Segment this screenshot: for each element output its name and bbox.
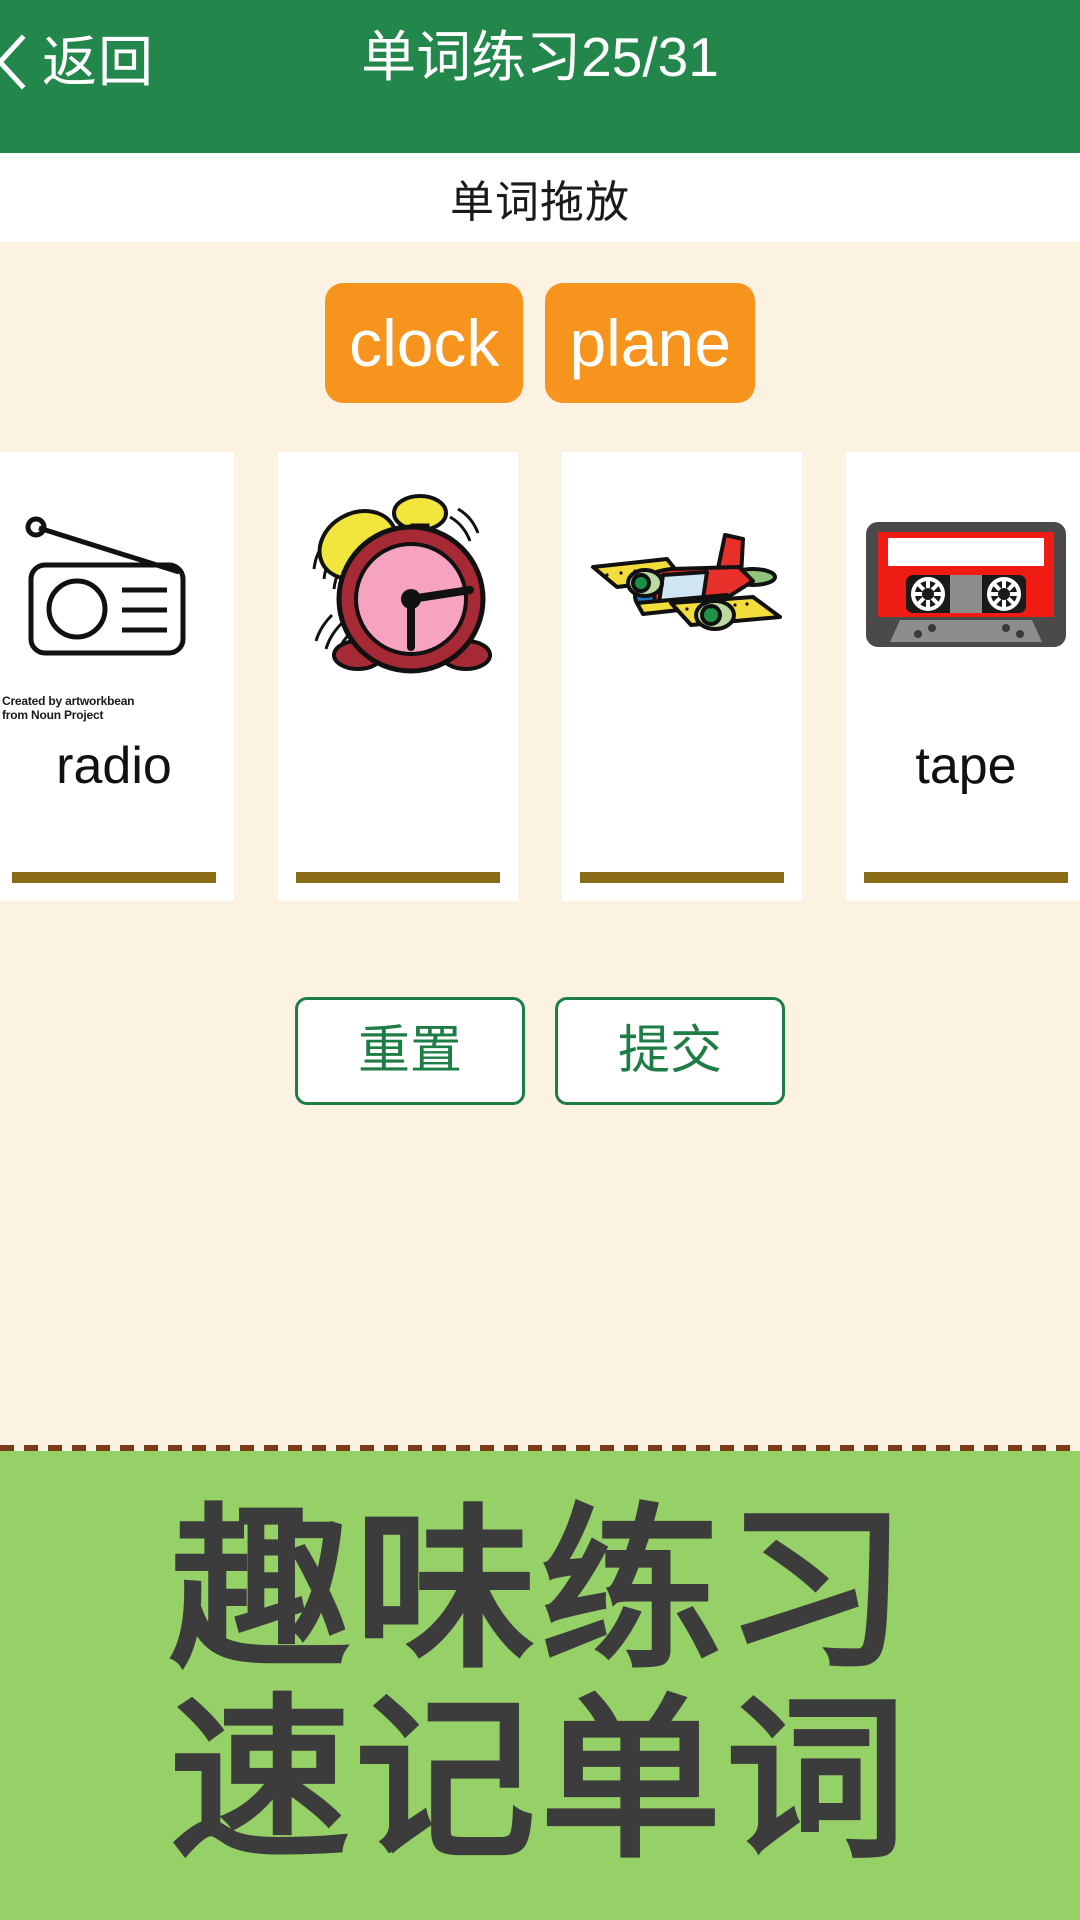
drop-target-bar[interactable]	[580, 872, 784, 883]
drop-target-bar[interactable]	[864, 872, 1068, 883]
promo-banner: 趣味练习 速记单词	[0, 1451, 1080, 1920]
app-root: 返回 单词练习25/31 单词拖放 clock plane Created by…	[0, 0, 1080, 1920]
picture-card-plane[interactable]	[562, 452, 802, 901]
picture-card-row: Created by artworkbean from Noun Project…	[0, 452, 1080, 901]
radio-icon	[19, 510, 209, 665]
reset-button-label: 重置	[357, 1022, 462, 1080]
submit-button-label: 提交	[617, 1022, 722, 1080]
cassette-tape-icon	[866, 522, 1066, 652]
app-header: 返回 单词练习25/31	[0, 0, 1080, 153]
word-tile-tray: clock plane	[0, 283, 1080, 403]
page-title: 单词练习25/31	[361, 26, 719, 88]
word-tile-label: clock	[349, 306, 500, 380]
picture-card-tape[interactable]: tape	[846, 452, 1080, 901]
submit-button[interactable]: 提交	[555, 997, 785, 1105]
subtitle-bar: 单词拖放	[0, 153, 1080, 242]
card-answer-label	[278, 736, 518, 796]
exercise-area: clock plane Created by artworkbean from …	[0, 242, 1080, 1447]
word-tile-label: plane	[569, 306, 731, 380]
picture-wrap	[278, 452, 518, 722]
airplane-icon	[575, 525, 790, 650]
picture-wrap: Created by artworkbean from Noun Project	[0, 452, 234, 722]
exercise-mode-label: 单词拖放	[450, 177, 630, 227]
drop-target-bar[interactable]	[296, 872, 500, 883]
attribution-line-2: from Noun Project	[2, 708, 104, 722]
word-tile-clock[interactable]: clock	[325, 283, 524, 403]
card-answer-label	[562, 736, 802, 796]
banner-line-1: 趣味练习	[169, 1487, 911, 1693]
alarm-clock-icon	[298, 487, 498, 687]
action-button-row: 重置 提交	[0, 997, 1080, 1105]
picture-card-clock[interactable]	[278, 452, 518, 901]
image-attribution: Created by artworkbean from Noun Project	[2, 694, 135, 722]
card-answer-label: radio	[56, 737, 172, 795]
attribution-line-1: Created by artworkbean	[2, 694, 135, 708]
card-answer-label: tape	[915, 737, 1017, 795]
picture-wrap	[846, 452, 1080, 722]
drop-target-bar[interactable]	[12, 872, 216, 883]
reset-button[interactable]: 重置	[295, 997, 525, 1105]
picture-wrap	[562, 452, 802, 722]
word-tile-plane[interactable]: plane	[545, 283, 755, 403]
picture-card-radio[interactable]: Created by artworkbean from Noun Project…	[0, 452, 234, 901]
banner-line-2: 速记单词	[169, 1677, 911, 1883]
